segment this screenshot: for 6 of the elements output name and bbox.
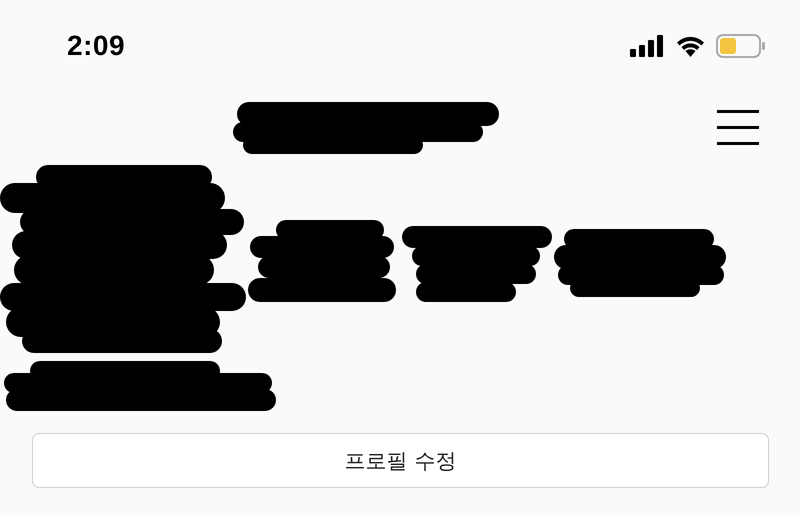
- signal-icon: [630, 35, 665, 57]
- edit-profile-button[interactable]: 프로필 수정: [32, 433, 769, 488]
- wifi-icon: [675, 35, 706, 57]
- battery-icon: [716, 34, 766, 58]
- menu-icon[interactable]: [717, 110, 759, 146]
- status-time: 2:09: [67, 30, 126, 62]
